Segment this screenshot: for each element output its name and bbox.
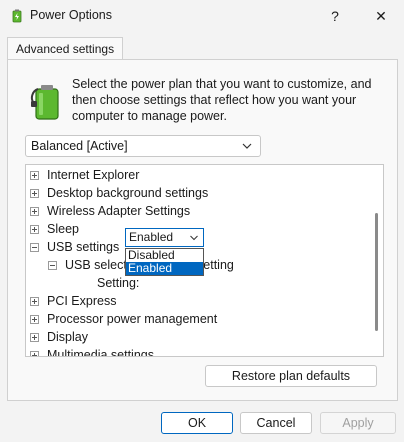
- expand-icon[interactable]: [30, 171, 39, 180]
- tree-item-label: Display: [47, 330, 88, 344]
- help-button[interactable]: ?: [312, 0, 358, 32]
- power-plan-value: Balanced [Active]: [31, 139, 128, 153]
- settings-tree[interactable]: Internet Explorer Desktop background set…: [25, 164, 384, 357]
- collapse-icon[interactable]: [48, 261, 57, 270]
- tree-item-label: Sleep: [47, 222, 79, 236]
- tab-strip: Advanced settings: [0, 32, 404, 60]
- tree-item-label: Multimedia settings: [47, 348, 154, 357]
- tree-item-label: Desktop background settings: [47, 186, 209, 200]
- advanced-settings-panel: Select the power plan that you want to c…: [7, 59, 398, 401]
- expand-icon[interactable]: [30, 333, 39, 342]
- tab-advanced-settings[interactable]: Advanced settings: [7, 37, 124, 60]
- chevron-down-icon: [190, 235, 198, 241]
- expand-icon[interactable]: [30, 189, 39, 198]
- help-icon: ?: [331, 8, 339, 24]
- tree-item-label: USB settings: [47, 240, 120, 254]
- expand-icon[interactable]: [30, 225, 39, 234]
- tree-item-label: Internet Explorer: [47, 168, 140, 182]
- tree-item-label: Wireless Adapter Settings: [47, 204, 191, 218]
- restore-plan-defaults-button[interactable]: Restore plan defaults: [205, 365, 377, 387]
- usb-suspend-setting-select[interactable]: Enabled: [125, 228, 204, 247]
- tree-item-label: PCI Express: [47, 294, 117, 308]
- collapse-icon[interactable]: [30, 243, 39, 252]
- setting-label: Setting:: [97, 276, 140, 290]
- tree-scrollbar[interactable]: [375, 213, 378, 331]
- power-plan-select[interactable]: Balanced [Active]: [25, 135, 261, 157]
- apply-button[interactable]: Apply: [320, 412, 396, 434]
- ok-button[interactable]: OK: [161, 412, 233, 434]
- title-bar: Power Options ? ✕: [0, 0, 404, 32]
- window-title: Power Options: [30, 8, 112, 22]
- cancel-button[interactable]: Cancel: [240, 412, 312, 434]
- power-options-icon: [12, 9, 22, 23]
- description-text: Select the power plan that you want to c…: [72, 77, 372, 123]
- setting-value: Enabled: [129, 230, 174, 244]
- close-button[interactable]: ✕: [358, 0, 404, 32]
- chevron-down-icon: [242, 143, 252, 149]
- expand-icon[interactable]: [30, 297, 39, 306]
- battery-plug-icon: [30, 85, 59, 120]
- expand-icon[interactable]: [30, 315, 39, 324]
- expand-icon[interactable]: [30, 351, 39, 356]
- close-icon: ✕: [375, 7, 387, 24]
- option-enabled[interactable]: Enabled: [126, 262, 203, 275]
- setting-dropdown-list: Disabled Enabled: [125, 248, 204, 276]
- expand-icon[interactable]: [30, 207, 39, 216]
- tree-item-label: Processor power management: [47, 312, 218, 326]
